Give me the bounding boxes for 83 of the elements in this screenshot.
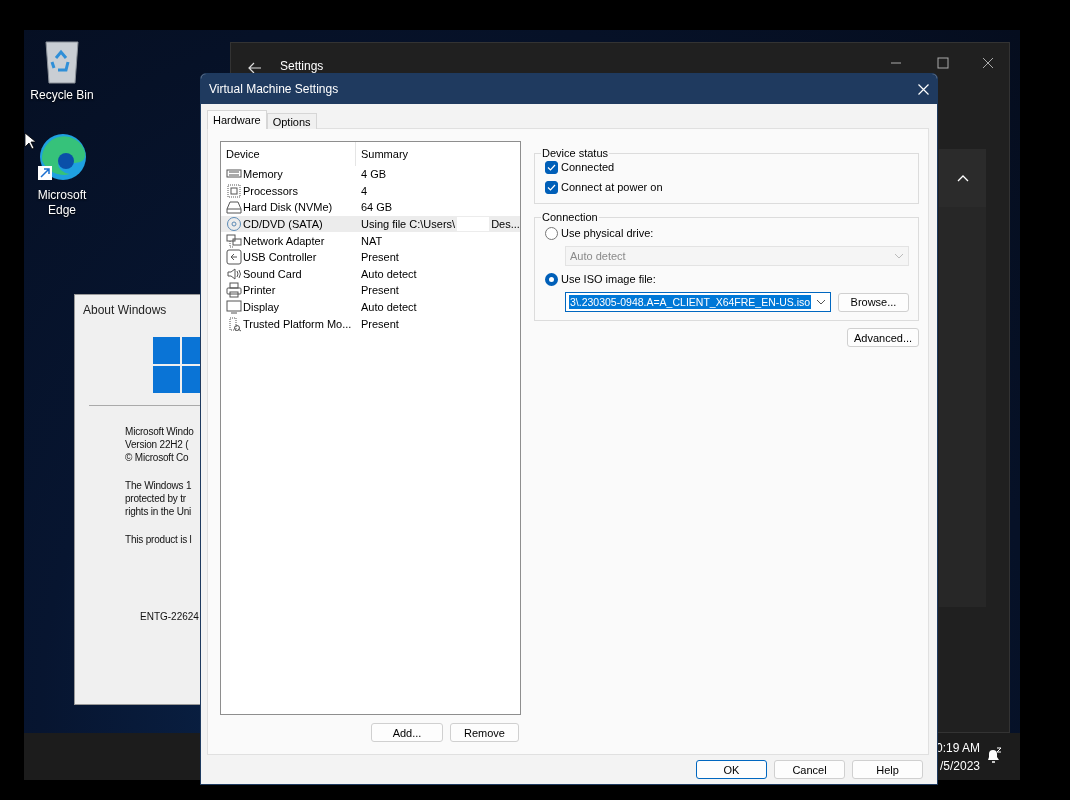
dialog-button[interactable]: Cancel [774,760,845,779]
device-row[interactable]: CD/DVD (SATA) Using file C:\Users\ Des... [221,215,520,233]
device-summary: Auto detect [361,301,417,314]
dropdown-field[interactable]: 3\.230305-0948.A=A_CLIENT_X64FRE_EN-US.iso [565,292,831,312]
device-row[interactable]: Printer Present [221,282,520,299]
chevron-up-icon[interactable] [956,174,969,182]
device-name: Network Adapter [243,234,325,247]
close-icon[interactable] [982,57,994,69]
radio-button[interactable] [545,226,558,240]
radio-label[interactable]: Use physical drive: [561,227,654,239]
radio-button[interactable] [545,272,558,286]
remove-button[interactable]: Remove [450,723,519,742]
about-text-line: protected by tr [125,492,187,505]
maximize-icon[interactable] [937,57,949,69]
printer-icon [226,282,242,299]
device-row[interactable]: Processors 4 [221,182,520,200]
advanced-button[interactable]: Advanced... [847,328,919,347]
device-row[interactable]: Sound Card Auto detect [221,265,520,283]
device-row[interactable]: Memory 4 GB [221,166,520,183]
window-title: About Windows [83,303,167,317]
about-text-line: Microsoft Windo [125,425,194,438]
device-name: Sound Card [243,267,302,280]
checkbox[interactable] [545,160,558,174]
device-summary: Auto detect [361,267,417,280]
group-title: Device status [541,147,610,159]
device-row[interactable]: Trusted Platform Mo... Present [221,315,520,332]
clock-date[interactable]: /5/2023 [940,759,981,773]
group-title: Connection [541,211,599,223]
back-arrow-icon[interactable] [248,62,262,74]
browse-button[interactable]: Browse... [838,292,909,312]
recycle-bin-icon[interactable] [42,40,82,84]
about-text-line: This product is l [125,533,193,546]
tab[interactable]: Options [266,113,317,129]
device-name: Trusted Platform Mo... [243,317,352,330]
device-row[interactable]: Display Auto detect [221,298,520,316]
device-summary: NAT [361,234,383,247]
about-text-line: rights in the Uni [125,505,193,518]
device-summary: Present [361,251,399,264]
device-name: Memory [243,168,283,181]
device-name: CD/DVD (SATA) [243,218,323,231]
device-summary: Present [361,284,399,297]
speaker-icon [226,265,242,282]
add-button[interactable]: Add... [371,723,443,742]
usb-icon [226,249,242,266]
about-text-line: © Microsoft Co [125,451,190,464]
network-icon [226,232,242,249]
mouse-cursor-icon [24,132,35,150]
checkbox-label[interactable]: Connected [561,161,615,173]
dialog-button[interactable]: OK [696,760,767,779]
radio-label[interactable]: Use ISO image file: [561,273,656,285]
disc-icon [226,216,242,233]
device-name: USB Controller [243,251,317,264]
device-name: Processors [243,184,299,197]
device-name: Printer [243,284,276,297]
device-row[interactable]: Network Adapter NAT [221,232,520,249]
about-text-line: Version 22H2 ( [125,438,190,451]
monitor-icon [226,299,242,316]
chip-key-icon [226,315,242,332]
license-code: ENTG-22624 [140,611,199,622]
device-summary: 4 GB [361,168,387,181]
about-text-line: The Windows 1 [125,479,193,492]
window-title: Settings [280,59,324,73]
checkbox[interactable] [545,180,558,194]
column-header[interactable]: Summary [355,142,520,166]
device-summary: 64 GB [361,201,393,214]
drive-icon [226,199,242,216]
device-name: Hard Disk (NVMe) [243,201,333,214]
desktop-icon-label[interactable]: Microsoft Edge [29,188,95,218]
column-header[interactable]: Device [221,142,355,166]
device-summary: Present [361,317,399,330]
tab[interactable]: Hardware [207,110,267,129]
chip-icon [226,182,242,199]
device-summary: Using file C:\Users\ [361,218,456,231]
checkbox-label[interactable]: Connect at power on [561,181,663,193]
dialog-button[interactable]: Help [852,760,923,779]
device-summary: 4 [361,184,368,197]
device-row[interactable]: Hard Disk (NVMe) 64 GB [221,199,520,216]
device-name: Display [243,301,280,314]
device-summary: Des... [491,218,520,231]
device-row[interactable]: USB Controller Present [221,248,520,266]
window-title: Virtual Machine Settings [209,82,339,96]
notification-bell-icon[interactable] [986,747,1002,765]
desktop-icon-label[interactable]: Recycle Bin [29,88,95,103]
